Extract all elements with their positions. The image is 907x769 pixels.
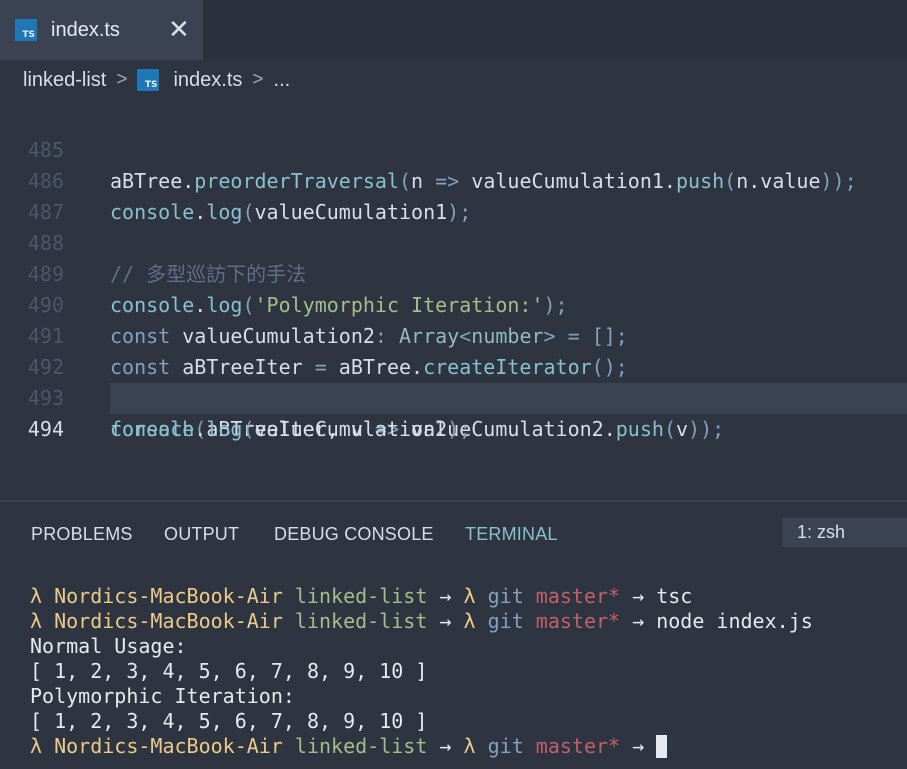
- tab-index-ts[interactable]: TS index.ts ✕: [0, 0, 203, 60]
- line-number: 494: [27, 417, 64, 441]
- terminal-output-line: [ 1, 2, 3, 4, 5, 6, 7, 8, 9, 10 ]: [30, 659, 428, 683]
- chevron-right-icon: >: [116, 69, 128, 90]
- terminal-prompt-line: λ Nordics-MacBook-Air linked-list → λ gi…: [30, 584, 693, 608]
- breadcrumb-more[interactable]: ...: [274, 69, 291, 92]
- chevron-right-icon: >: [252, 69, 264, 90]
- code-line[interactable]: 493 foreach(aBTreeIter, v => valueCumula…: [0, 352, 907, 441]
- code-line[interactable]: 487: [0, 166, 907, 224]
- code-line[interactable]: 492: [0, 321, 907, 379]
- terminal-prompt-line: λ Nordics-MacBook-Air linked-list → λ gi…: [30, 734, 900, 759]
- code-line[interactable]: 491 const aBTreeIter = aBTree.createIter…: [0, 290, 907, 379]
- terminal-prompt-line: λ Nordics-MacBook-Air linked-list → λ gi…: [30, 609, 813, 633]
- code-line[interactable]: 488 // 多型巡訪下的手法: [0, 197, 907, 286]
- close-icon[interactable]: ✕: [168, 16, 190, 42]
- code-line[interactable]: 489 console.log('Polymorphic Iteration:'…: [0, 228, 907, 317]
- breadcrumb-file[interactable]: index.ts: [173, 69, 242, 92]
- code-line[interactable]: 485 aBTree.preorderTraversal(n => valueC…: [0, 104, 907, 193]
- typescript-file-icon: TS: [137, 69, 160, 91]
- terminal-output-line: Normal Usage:: [30, 634, 187, 658]
- tab-output[interactable]: OUTPUT: [164, 524, 239, 545]
- typescript-file-icon: TS: [15, 19, 37, 41]
- code-text: console.log(valueCumulation2);: [110, 417, 472, 441]
- code-editor[interactable]: 485 aBTree.preorderTraversal(n => valueC…: [0, 104, 907, 500]
- tab-problems[interactable]: PROBLEMS: [31, 524, 133, 545]
- code-line[interactable]: 490 const valueCumulation2: Array<number…: [0, 259, 907, 348]
- terminal-output[interactable]: λ Nordics-MacBook-Air linked-list → λ gi…: [30, 584, 900, 759]
- tab-terminal[interactable]: TERMINAL: [465, 524, 558, 545]
- panel-tab-bar: PROBLEMS OUTPUT DEBUG CONSOLE TERMINAL: [0, 502, 907, 564]
- terminal-output-line: [ 1, 2, 3, 4, 5, 6, 7, 8, 9, 10 ]: [30, 709, 428, 733]
- code-line[interactable]: 486 console.log(valueCumulation1);: [0, 135, 907, 224]
- terminal-select[interactable]: 1: zsh: [782, 518, 907, 547]
- terminal-cursor: [656, 735, 668, 758]
- breadcrumb-folder[interactable]: linked-list: [23, 69, 106, 92]
- editor-tab-bar: TS index.ts ✕: [0, 0, 907, 60]
- breadcrumb: linked-list > TS index.ts > ...: [0, 60, 907, 100]
- terminal-output-line: Polymorphic Iteration:: [30, 684, 295, 708]
- tab-label: index.ts: [51, 18, 120, 41]
- tab-debug-console[interactable]: DEBUG CONSOLE: [274, 524, 434, 545]
- current-line-highlight[interactable]: console.log(valueCumulation2);: [110, 383, 907, 441]
